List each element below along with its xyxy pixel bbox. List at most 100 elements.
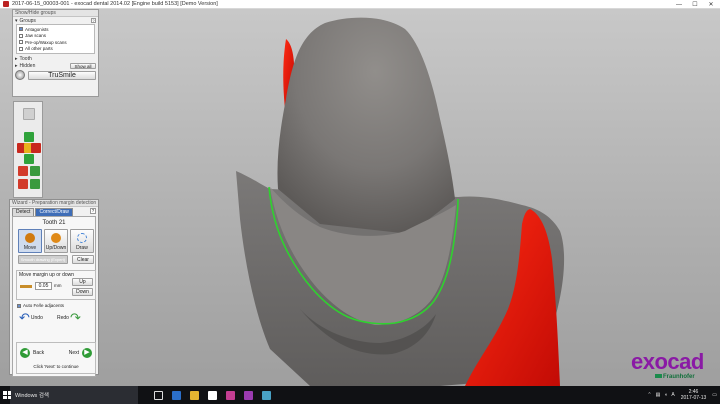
auto-fix-label: Auto Fe/le adjacents <box>23 303 65 308</box>
offset-input[interactable]: 0.05 <box>35 282 52 290</box>
tooth-sphere-icon <box>15 70 25 80</box>
taskbar-clock[interactable]: 2:46 2017-07-13 <box>681 389 707 401</box>
updown-icon <box>51 233 61 243</box>
input-language[interactable]: A <box>671 392 674 398</box>
wizard-help-button[interactable]: ? <box>90 208 96 214</box>
move-margin-group: Move margin up or down 0.05 mm Up Down <box>16 270 96 300</box>
down-button[interactable]: Down <box>72 288 93 296</box>
offset-unit: mm <box>54 283 62 288</box>
checkbox-preop-scans[interactable] <box>19 40 23 45</box>
fraunhofer-mark-icon <box>655 374 662 379</box>
maximize-button[interactable]: ☐ <box>688 0 702 9</box>
groups-list: Antagonists Jaw scans Pre-op/Waxup scans… <box>16 24 95 54</box>
group-item-other-parts[interactable]: All other parts <box>19 46 92 53</box>
margin-detection-wizard: Wizard - Preparation margin detection De… <box>9 199 99 377</box>
rotate-right-icon[interactable] <box>31 143 41 153</box>
smooth-drawing-button[interactable]: Smooth drawing (Expert) <box>18 255 68 264</box>
groups-label: Groups <box>19 17 36 24</box>
offset-slider-icon <box>20 285 32 288</box>
close-button[interactable]: ✕ <box>704 0 718 9</box>
next-arrow-icon: ▶ <box>82 348 92 358</box>
groups-panel-header: Show/Hide groups <box>13 10 98 17</box>
draw-icon <box>77 233 87 243</box>
collapse-icon: ▾ <box>15 17 18 24</box>
tab-detect[interactable]: Detect <box>12 208 35 216</box>
undo-label: Undo <box>30 315 43 321</box>
rotate-up-icon[interactable] <box>24 132 34 142</box>
exocad-taskbar-icon-1[interactable] <box>226 390 235 400</box>
window-title: 2017-06-15_00003-001 - exocad dental 201… <box>12 1 218 7</box>
move-margin-label: Move margin up or down <box>19 272 75 278</box>
trusmile-button[interactable]: TruSmile <box>28 70 96 80</box>
view-tools-column <box>13 101 43 198</box>
store-icon[interactable] <box>208 390 217 400</box>
notifications-icon[interactable]: ▭ <box>712 392 717 398</box>
volume-icon[interactable]: ◖ <box>664 392 667 398</box>
minimize-button[interactable]: — <box>672 0 686 9</box>
exocad-taskbar-icon-2[interactable] <box>244 390 253 400</box>
fraunhofer-label: Fraunhofer <box>663 374 695 380</box>
groups-section-toggle[interactable]: ▾ Groups ? <box>13 17 98 24</box>
trusmile-row: TruSmile <box>13 69 98 81</box>
continue-hint: Click 'Next' to continue <box>33 364 79 369</box>
auto-fix-checkbox[interactable] <box>17 303 21 308</box>
tooth-section-toggle[interactable]: ▸ Tooth <box>13 55 98 62</box>
back-arrow-icon: ◀ <box>20 348 30 358</box>
move-button[interactable]: Move <box>18 229 42 253</box>
viewer-taskbar-icon[interactable] <box>262 390 271 400</box>
tooth-model-render <box>236 17 565 386</box>
undo-group[interactable]: ↶ Undo <box>19 310 43 325</box>
search-placeholder: Windows 검색 <box>15 393 49 399</box>
next-label: Next <box>68 350 79 356</box>
jaw-view-icon-3[interactable] <box>18 179 28 189</box>
clear-button[interactable]: Clear <box>72 255 94 264</box>
window-titlebar: 2017-06-15_00003-001 - exocad dental 201… <box>0 0 720 9</box>
group-label: All other parts <box>25 46 53 52</box>
tab-correct-draw[interactable]: Correct/Draw <box>35 208 73 216</box>
updown-label: Up/Down <box>45 245 67 251</box>
windows-start-icon[interactable] <box>3 391 11 399</box>
exocad-logo: exocad <box>631 349 704 374</box>
groups-help-button[interactable]: ? <box>91 18 96 23</box>
updown-button[interactable]: Up/Down <box>44 229 68 253</box>
view-preset-icon[interactable] <box>23 108 35 120</box>
tooth-section-label: Tooth <box>19 55 32 62</box>
move-icon <box>25 233 35 243</box>
redo-label: Redo <box>57 315 69 321</box>
checkbox-antagonists[interactable] <box>19 27 23 32</box>
checkbox-jaw-scans[interactable] <box>19 33 23 38</box>
edge-browser-icon[interactable] <box>172 390 181 400</box>
jaw-view-icon-2[interactable] <box>30 166 40 176</box>
tray-chevron-icon[interactable]: ⌃ <box>647 392 651 398</box>
jaw-view-icon-1[interactable] <box>18 166 28 176</box>
move-label: Move <box>23 245 37 251</box>
exocad-app-icon <box>3 1 9 7</box>
back-button[interactable]: ◀ Back <box>20 348 44 358</box>
up-button[interactable]: Up <box>72 278 93 286</box>
file-explorer-icon[interactable] <box>190 390 199 400</box>
show-hide-groups-panel: Show/Hide groups ▾ Groups ? Antagonists … <box>12 9 99 97</box>
wizard-header: Wizard - Preparation margin detection <box>10 200 98 207</box>
group-label: Pre-op/Waxup scans <box>25 39 67 45</box>
show-all-button[interactable]: Show all <box>70 62 96 69</box>
network-icon[interactable]: ▤ <box>656 392 661 398</box>
hidden-section-row[interactable]: ▸ Hidden Show all <box>13 62 98 69</box>
next-button[interactable]: Next ▶ <box>69 348 92 358</box>
group-label: Jaw scans <box>25 33 47 39</box>
wizard-tabs: Detect Correct/Draw ? <box>12 208 96 216</box>
navigation-group: ◀ Back Next ▶ Click 'Next' to continue <box>16 342 96 374</box>
auto-fix-row[interactable]: Auto Fe/le adjacents <box>17 303 64 308</box>
undo-icon: ↶ <box>19 310 30 325</box>
system-tray: ⌃ ▤ ◖ A 2:46 2017-07-13 ▭ <box>647 386 717 404</box>
redo-group[interactable]: Redo ↷ <box>57 311 81 324</box>
correct-draw-panel: Tooth 21 Move Up/Down Draw Smooth drawin… <box>12 216 96 377</box>
checkbox-other-parts[interactable] <box>19 46 23 51</box>
jaw-view-icon-4[interactable] <box>30 179 40 189</box>
hidden-section-label: Hidden <box>19 62 36 69</box>
task-view-icon[interactable] <box>154 390 163 400</box>
rotate-down-icon[interactable] <box>24 154 34 164</box>
3d-viewport[interactable]: Show/Hide groups ▾ Groups ? Antagonists … <box>0 9 720 386</box>
draw-button[interactable]: Draw <box>70 229 94 253</box>
taskbar-search-box[interactable]: Windows 검색 <box>10 386 138 404</box>
windows-taskbar: Windows 검색 <box>0 386 720 404</box>
